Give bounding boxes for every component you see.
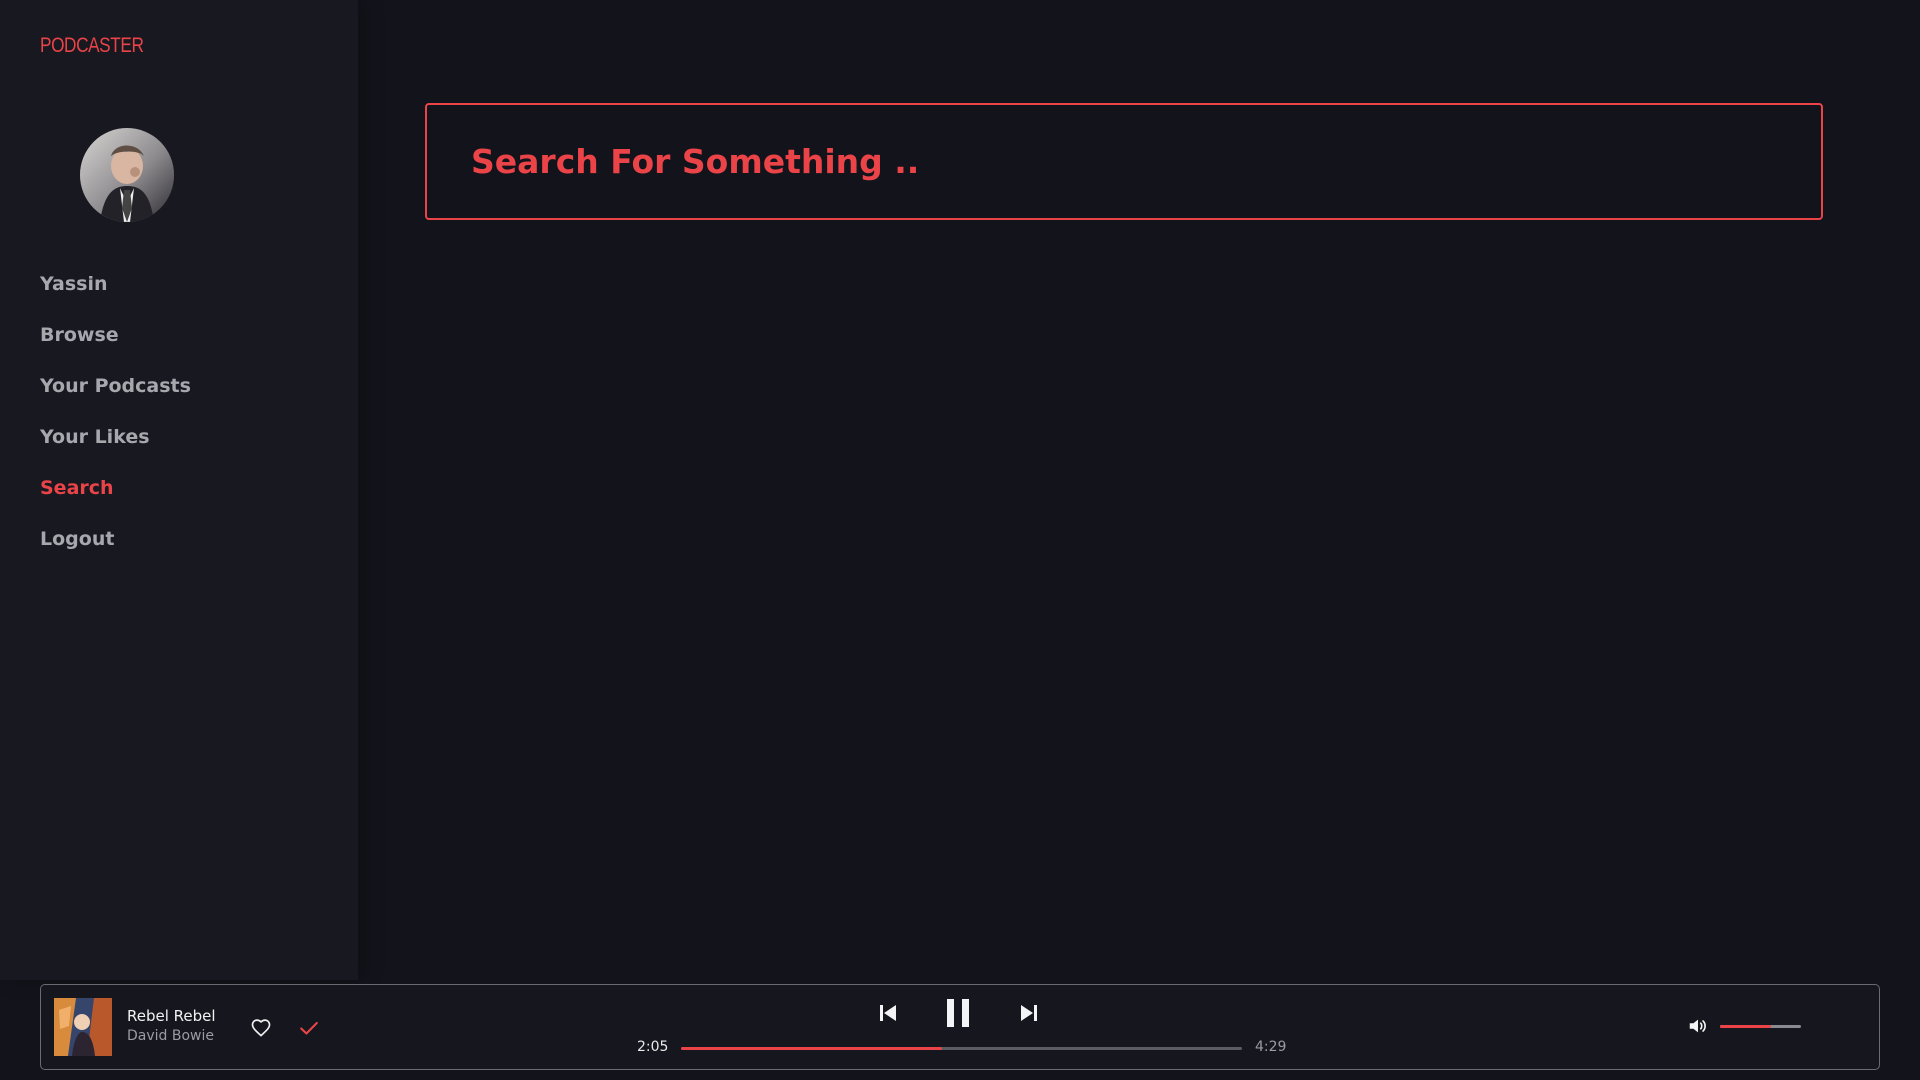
total-time: 4:29: [1255, 1039, 1287, 1055]
sidebar-item-your-likes[interactable]: Your Likes: [40, 423, 191, 474]
current-time: 2:05: [637, 1039, 669, 1055]
pause-button[interactable]: [940, 994, 976, 1032]
like-button[interactable]: [247, 1014, 275, 1042]
volume-icon: [1689, 1019, 1706, 1033]
sidebar-item-logout[interactable]: Logout: [40, 525, 191, 576]
podcaster-app: PODCASTER Yassin Browse Your Podcasts Yo…: [0, 0, 1920, 1080]
sidebar-item-your-podcasts[interactable]: Your Podcasts: [40, 372, 191, 423]
search-box: [425, 103, 1823, 220]
volume-button[interactable]: [1685, 1013, 1711, 1039]
volume-fill: [1720, 1025, 1772, 1028]
sidebar-item-profile[interactable]: Yassin: [40, 270, 191, 321]
audio-player: Rebel Rebel David Bowie 2:05 4:29: [40, 984, 1880, 1070]
pause-icon: [947, 999, 969, 1027]
skip-back-icon: [880, 1005, 896, 1021]
sidebar: PODCASTER Yassin Browse Your Podcasts Yo…: [0, 0, 358, 980]
previous-track-button[interactable]: [873, 998, 903, 1028]
track-artist: David Bowie: [127, 1028, 214, 1044]
skip-forward-icon: [1021, 1005, 1037, 1021]
user-avatar[interactable]: [80, 128, 174, 222]
heart-icon: [251, 1019, 271, 1037]
progress-bar[interactable]: [681, 1047, 1242, 1050]
sidebar-item-browse[interactable]: Browse: [40, 321, 191, 372]
search-input[interactable]: [427, 105, 1821, 218]
sidebar-nav: Yassin Browse Your Podcasts Your Likes S…: [40, 270, 191, 576]
saved-button[interactable]: [295, 1014, 323, 1042]
volume-slider[interactable]: [1720, 1025, 1801, 1028]
track-title: Rebel Rebel: [127, 1007, 216, 1025]
next-track-button[interactable]: [1014, 998, 1044, 1028]
album-art[interactable]: [54, 998, 112, 1056]
check-icon: [300, 1021, 318, 1035]
album-art-image: [54, 998, 112, 1056]
avatar-image: [80, 128, 174, 222]
brand-logo: PODCASTER: [40, 34, 144, 57]
progress-fill: [681, 1047, 943, 1050]
sidebar-item-search[interactable]: Search: [40, 474, 191, 525]
